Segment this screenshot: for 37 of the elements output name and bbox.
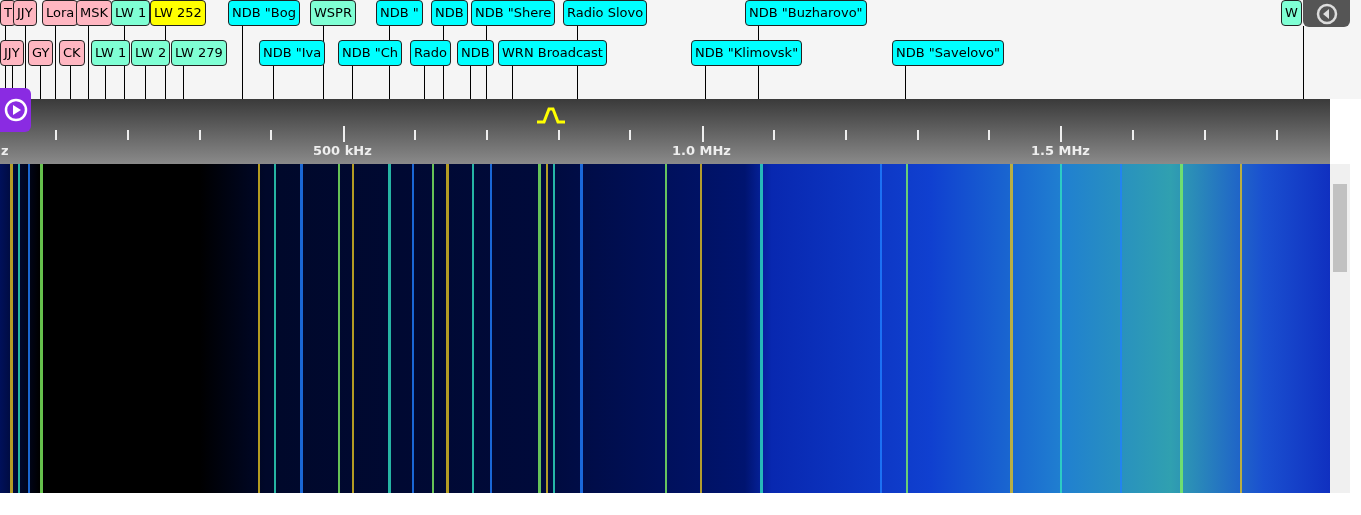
frequency-label: 1.5 MHz [1031, 143, 1090, 158]
bookmark-label[interactable]: NDB " [376, 0, 423, 26]
bookmark-label[interactable]: JJY [0, 40, 24, 66]
bookmark-label[interactable]: GY [28, 40, 54, 66]
bookmark-label[interactable]: NDB "Klimovsk" [691, 40, 803, 66]
scrollbar[interactable] [1330, 164, 1350, 493]
bookmark-label[interactable]: Rado [410, 40, 451, 66]
bookmark-label[interactable]: NDB "Ch [338, 40, 403, 66]
bookmark-label[interactable]: LW 2 [131, 40, 171, 66]
scrollbar-thumb[interactable] [1333, 184, 1347, 272]
frequency-label: 1.0 MHz [672, 143, 731, 158]
bookmark-label[interactable]: LW 1 [91, 40, 131, 66]
bookmark-label[interactable]: NDB [431, 0, 468, 26]
bookmark-label[interactable]: NDB "Buzharovo" [745, 0, 867, 26]
bookmark-label[interactable]: Lora [42, 0, 79, 26]
back-button[interactable] [1303, 0, 1350, 27]
frequency-label: 500 kHz [313, 143, 372, 158]
bookmark-label[interactable]: MSK [76, 0, 112, 26]
play-button[interactable] [0, 88, 31, 132]
bookmark-label[interactable]: NDB "Bog [228, 0, 300, 26]
bookmark-label[interactable]: NDB "Iva [259, 40, 326, 66]
bookmark-label[interactable]: Radio Slovo [563, 0, 648, 26]
bookmark-label[interactable]: W [1281, 0, 1302, 26]
bookmark-label[interactable]: WRN Broadcast [498, 40, 607, 66]
bookmark-label[interactable]: LW 1 [111, 0, 151, 26]
frequency-label: z [1, 143, 9, 158]
circle-left-icon [1315, 2, 1338, 25]
bookmark-label[interactable]: CK [59, 40, 85, 66]
play-icon [3, 98, 28, 122]
bookmark-label[interactable]: NDB "Shere [471, 0, 556, 26]
filter-marker-icon [536, 105, 566, 125]
bookmark-label[interactable]: LW 252 [150, 0, 206, 26]
bookmark-label[interactable]: JJY [13, 0, 37, 26]
bookmark-label[interactable]: LW 279 [171, 40, 227, 66]
bookmark-label[interactable]: WSPR [310, 0, 356, 26]
bookmark-label[interactable]: NDB "Savelovo" [892, 40, 1004, 66]
bookmark-label[interactable]: NDB [457, 40, 494, 66]
